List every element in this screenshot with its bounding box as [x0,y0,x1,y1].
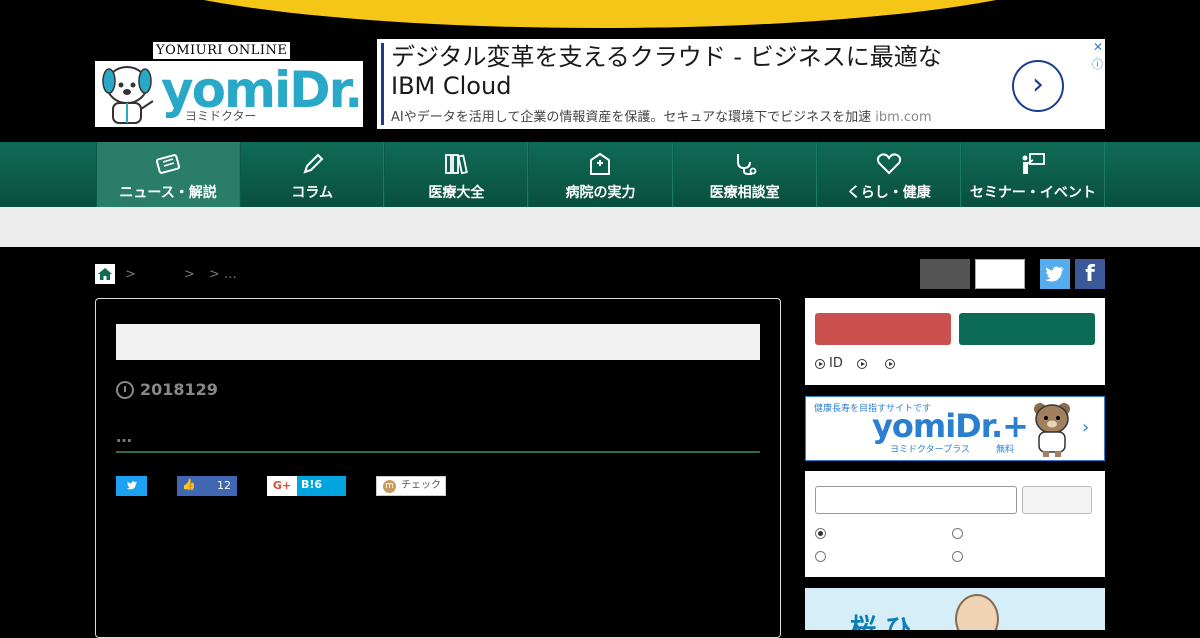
nav-item-news[interactable]: ニュース・解説 [96,142,241,207]
gplus-icon: G+ [267,476,297,496]
site-logo[interactable]: YOMIURI ONLINE yomiDr. ヨミドクター [95,40,363,128]
ad-info-icon[interactable]: ⓘ [1092,56,1103,72]
login-link-3[interactable] [884,358,899,369]
register-button[interactable] [959,313,1095,345]
search-panel [805,471,1105,577]
nav-item-encyclopedia[interactable]: 医療大全 [384,142,529,207]
breadcrumb-separator: > [183,266,195,282]
breadcrumb-separator: > [125,266,136,282]
ad-accent-bar [381,43,384,125]
arrow-circle-icon [884,358,895,369]
nav-label: 医療大全 [428,185,485,201]
nav-item-column[interactable]: コラム [240,142,385,207]
nav-label: ニュース・解説 [119,185,217,201]
main-nav: ニュース・解説 コラム 医療大全 病院の実力 医療相談室 くらし・健康 セミナー… [0,142,1200,207]
facebook-like-button[interactable]: 👍 12 [177,476,237,496]
nav-label: コラム [291,185,333,201]
font-size-button-large[interactable] [975,259,1025,289]
article-divider [116,451,760,453]
sidebar-ad[interactable]: 桜 ひ [805,588,1105,630]
article-card: 2018129 … 👍 12 G+ B!6 m チェック [95,298,781,638]
banner-wordmark: yomiDr.+ [872,407,1029,445]
home-icon[interactable] [95,264,115,284]
twitter-icon [1045,266,1064,282]
logo-kana: ヨミドクター [185,109,257,123]
mixi-icon: m [383,480,396,493]
chevron-right-icon: › [1082,417,1090,438]
nav-label: 医療相談室 [709,185,780,201]
nav-item-seminar[interactable]: セミナー・イベント [960,142,1105,207]
nav-label: 病院の実力 [565,185,636,201]
search-radio-3[interactable] [815,551,826,562]
clock-icon [116,380,134,399]
mixi-check-button[interactable]: m チェック [376,476,446,496]
ad-close-icon[interactable]: ✕ [1093,40,1103,54]
ad-title[interactable]: デジタル変革を支えるクラウド - ビジネスに最適な IBM Cloud [391,43,991,101]
nav-label: セミナー・イベント [969,185,1096,201]
heart-icon [876,153,901,175]
search-radio-4[interactable] [952,551,963,562]
mixi-label: チェック [401,480,441,491]
breadcrumb-current: > … [208,266,237,282]
ad-banner[interactable]: デジタル変革を支えるクラウド - ビジネスに最適な IBM Cloud AIやデ… [377,39,1105,129]
newspaper-icon [156,154,181,174]
sidebar-ad-text: 桜 ひ [850,614,912,630]
twitter-icon [126,481,137,490]
login-link-label: ID [829,356,843,371]
article-title-placeholder [116,324,760,360]
dog-mascot-icon [102,66,154,124]
yomidr-plus-banner[interactable]: 健康長寿を目指すサイトです yomiDr.+ ヨミドクタープラス 無料 › [805,396,1105,461]
login-panel: ID [805,298,1105,385]
bear-mascot-icon [1034,403,1070,457]
hospital-icon [590,152,611,175]
facebook-button[interactable]: f [1075,259,1105,289]
hatena-label: B! [301,478,315,491]
login-link-id[interactable]: ID [815,356,843,371]
nav-label: くらし・健康 [846,185,931,201]
search-button[interactable] [1022,486,1092,514]
header-yellow-arc [110,0,1090,28]
sub-nav-bar [0,207,1200,247]
banner-kana: ヨミドクタープラス [890,445,970,455]
ad-subtitle-text: AIやデータを活用して企業の情報資産を保護。セキュアな環境下でビジネスを加速 [391,110,872,125]
article-lead: … [116,427,133,446]
twitter-follow-button[interactable] [1040,259,1070,289]
books-icon [445,154,469,175]
banner-free-label: 無料 [996,445,1015,455]
login-link-2[interactable] [856,358,871,369]
pencil-icon [303,153,324,174]
arrow-circle-icon [856,358,867,369]
hatena-count: 6 [314,478,323,491]
search-radio-2[interactable] [952,528,963,539]
article-date-text: 2018129 [140,380,218,399]
ad-arrow-icon[interactable]: › [1012,60,1064,112]
nav-item-lifestyle[interactable]: くらし・健康 [816,142,961,207]
article-date: 2018129 [116,380,218,399]
logo-main: yomiDr. ヨミドクター [95,61,363,127]
person-illustration-icon [955,594,999,630]
nav-item-hospital[interactable]: 病院の実力 [528,142,673,207]
hatena-icon: B!6 [301,478,322,491]
share-gplus-hatena-button[interactable]: G+ B!6 [267,476,346,496]
share-twitter-button[interactable] [116,476,147,496]
search-radio-1[interactable] [815,528,826,539]
ad-subtitle: AIやデータを活用して企業の情報資産を保護。セキュアな環境下でビジネスを加速 i… [391,106,932,125]
thumbs-up-icon: 👍 [182,478,196,491]
login-links: ID [815,356,913,371]
stethoscope-icon [736,154,757,175]
facebook-icon: f [1085,262,1095,287]
login-button[interactable] [815,313,951,345]
nav-item-consultation[interactable]: 医療相談室 [672,142,817,207]
font-size-button-small[interactable] [920,259,970,289]
logo-top-text: YOMIURI ONLINE [153,42,291,59]
like-count: 12 [217,479,231,492]
breadcrumb: > > > … [95,264,251,284]
arrow-circle-icon [815,358,825,369]
ad-domain: ibm.com [875,110,932,125]
search-input[interactable] [815,486,1017,514]
presentation-icon [1022,153,1045,174]
